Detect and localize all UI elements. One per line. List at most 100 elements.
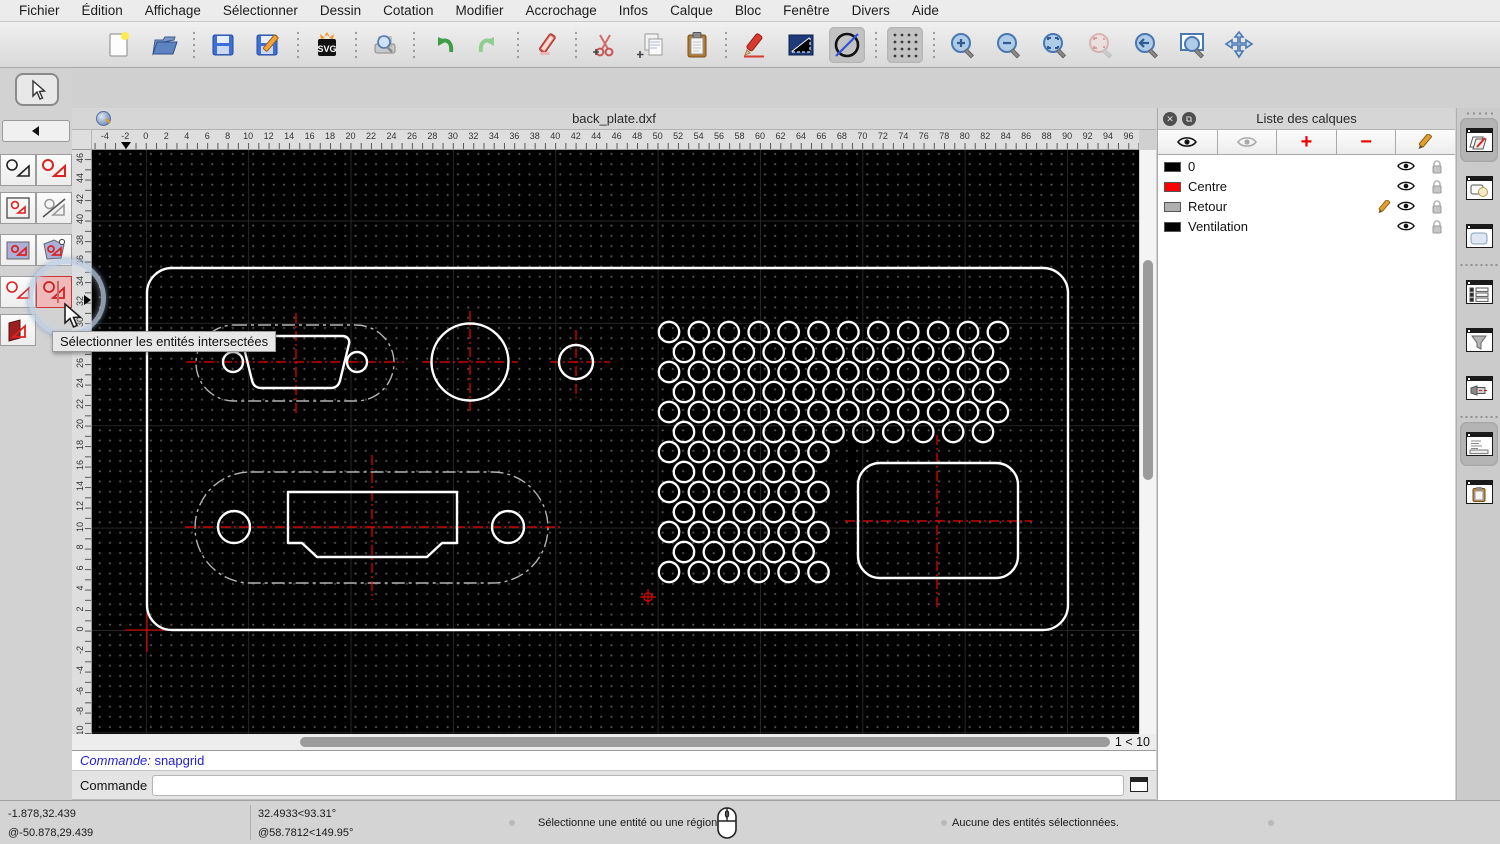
ventilation-hole[interactable] (657, 520, 681, 544)
entity-list-dock-button[interactable] (1460, 270, 1498, 314)
ventilation-hole[interactable] (911, 380, 935, 404)
ventilation-hole[interactable] (896, 400, 920, 424)
remove-layer-button[interactable]: − (1336, 130, 1397, 155)
ventilation-hole[interactable] (747, 560, 771, 584)
ventilation-hole[interactable] (777, 520, 800, 544)
ventilation-hole[interactable] (792, 500, 815, 524)
line-tool-button[interactable] (783, 27, 819, 63)
ventilation-hole[interactable] (762, 380, 786, 404)
layer-row[interactable]: Centre (1158, 177, 1455, 197)
ventilation-hole[interactable] (762, 420, 786, 444)
ventilation-hole[interactable] (702, 500, 726, 524)
ventilation-hole[interactable] (986, 400, 1010, 424)
ventilation-hole[interactable] (911, 340, 935, 364)
zoom-pan-button[interactable] (1221, 27, 1257, 63)
menu-item-fichier[interactable]: Fichier (8, 0, 71, 22)
ventilation-hole[interactable] (747, 440, 771, 464)
ventilation-hole[interactable] (732, 540, 756, 564)
menu-item-aide[interactable]: Aide (901, 0, 950, 22)
horizontal-scrollbar[interactable]: 1 < 10 (72, 734, 1156, 750)
ventilation-hole[interactable] (732, 420, 756, 444)
select-contour-button[interactable] (36, 154, 72, 186)
ventilation-hole[interactable] (717, 360, 741, 384)
ventilation-hole[interactable] (837, 400, 860, 424)
svg-export-button[interactable]: SVG (309, 27, 345, 63)
select-window-filled-button[interactable] (0, 234, 36, 266)
filter-dock-button[interactable] (1460, 318, 1498, 362)
ventilation-hole[interactable] (971, 340, 995, 364)
ventilation-hole[interactable] (911, 420, 935, 444)
select-intersected-button[interactable] (36, 276, 72, 308)
vertical-scrollbar-thumb[interactable] (1143, 260, 1153, 480)
lock-icon[interactable] (1431, 180, 1443, 194)
layer-visible-icon[interactable] (1397, 180, 1415, 192)
ventilation-hole[interactable] (881, 420, 905, 444)
deselect-entity-button[interactable] (36, 192, 72, 224)
command-input[interactable] (152, 775, 1124, 796)
layer-visible-icon[interactable] (1397, 200, 1415, 212)
ventilation-hole[interactable] (941, 380, 965, 404)
ventilation-hole[interactable] (941, 340, 965, 364)
new-document-button[interactable] (101, 27, 137, 63)
ventilation-hole[interactable] (807, 400, 830, 424)
ventilation-hole[interactable] (777, 360, 800, 384)
layer-visible-icon[interactable] (1397, 220, 1415, 232)
dock-grip[interactable] (1465, 112, 1493, 115)
ventilation-hole[interactable] (702, 460, 726, 484)
ventilation-hole[interactable] (702, 540, 726, 564)
ventilation-hole[interactable] (687, 360, 711, 384)
copy-button[interactable] (633, 27, 669, 63)
ventilation-hole[interactable] (687, 400, 711, 424)
select-entity-button[interactable] (0, 154, 36, 186)
ventilation-hole[interactable] (687, 320, 711, 344)
menu-item-accrochage[interactable]: Accrochage (514, 0, 607, 22)
undo-button[interactable] (425, 27, 461, 63)
open-file-button[interactable] (147, 27, 183, 63)
select-window-button[interactable] (0, 192, 36, 224)
ventilation-hole[interactable] (687, 520, 711, 544)
zoom-in-button[interactable] (945, 27, 981, 63)
ventilation-hole[interactable] (747, 360, 771, 384)
invert-selection-button[interactable] (0, 314, 36, 346)
zoom-auto-button[interactable] (1037, 27, 1073, 63)
ventilation-hole[interactable] (837, 360, 860, 384)
ventilation-hole[interactable] (717, 560, 741, 584)
ventilation-hole[interactable] (852, 380, 875, 404)
menu-item-bloc[interactable]: Bloc (724, 0, 772, 22)
menu-item-edition[interactable]: Édition (71, 0, 134, 22)
ventilation-hole[interactable] (717, 480, 741, 504)
lock-icon[interactable] (1431, 160, 1443, 174)
ventilation-hole[interactable] (687, 440, 711, 464)
command-window-toggle-button[interactable] (1130, 777, 1148, 792)
ventilation-hole[interactable] (657, 440, 681, 464)
ventilation-hole[interactable] (881, 340, 905, 364)
hide-all-layers-button[interactable] (1217, 130, 1278, 155)
cut-button[interactable] (587, 27, 623, 63)
edit-pencil-button[interactable] (737, 27, 773, 63)
redo-button[interactable] (471, 27, 507, 63)
layer-row[interactable]: 0 (1158, 157, 1455, 177)
layer-row[interactable]: Retour (1158, 197, 1455, 217)
tool-back-button[interactable] (2, 120, 70, 142)
menu-item-selectionner[interactable]: Sélectionner (212, 0, 309, 22)
ventilation-hole[interactable] (747, 320, 771, 344)
ventilation-hole[interactable] (672, 380, 696, 404)
zoom-window-button[interactable] (1175, 27, 1211, 63)
ventilation-hole-grid[interactable] (657, 320, 1010, 584)
zoom-previous-button[interactable] (1129, 27, 1165, 63)
ventilation-hole[interactable] (896, 360, 920, 384)
ventilation-hole[interactable] (672, 460, 696, 484)
ventilation-hole[interactable] (986, 320, 1010, 344)
show-all-layers-button[interactable] (1158, 130, 1218, 155)
ventilation-hole[interactable] (777, 320, 800, 344)
ventilation-hole[interactable] (971, 380, 995, 404)
drawing-canvas[interactable] (92, 150, 1139, 734)
ventilation-hole[interactable] (747, 520, 771, 544)
ventilation-hole[interactable] (807, 320, 830, 344)
ventilation-hole[interactable] (717, 520, 741, 544)
ventilation-hole[interactable] (702, 420, 726, 444)
layer-list-dock-button[interactable] (1460, 118, 1498, 162)
ventilation-hole[interactable] (717, 320, 741, 344)
menu-item-dessin[interactable]: Dessin (309, 0, 372, 22)
menu-item-modifier[interactable]: Modifier (444, 0, 514, 22)
